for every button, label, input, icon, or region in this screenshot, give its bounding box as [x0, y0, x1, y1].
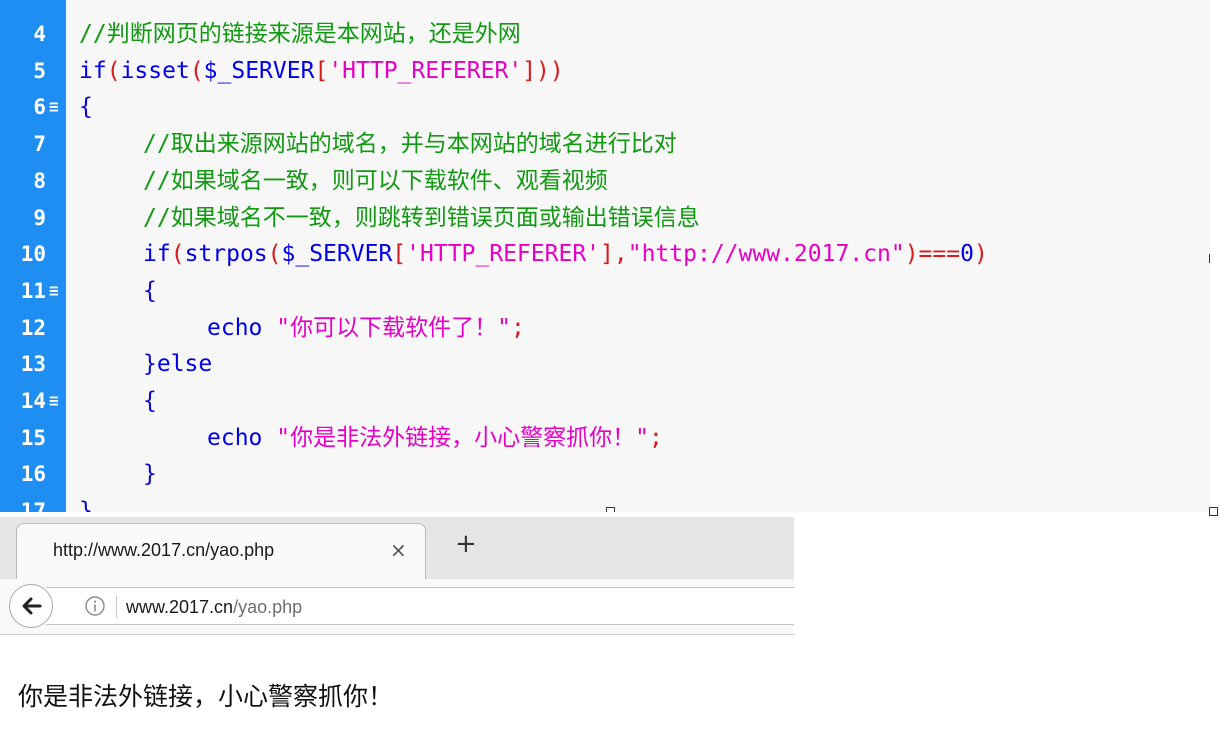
code-token: [: [314, 57, 329, 84]
line-number: 10: [20, 242, 46, 267]
code-token: //如果域名一致，则可以下载软件、观看视频: [143, 167, 608, 194]
code-token: $_SERVER: [203, 57, 315, 84]
url-text[interactable]: www.2017.cn/yao.php: [126, 597, 302, 618]
line-number: 12: [20, 315, 46, 340]
code-token: strpos: [184, 241, 268, 268]
code-text: }: [143, 456, 157, 492]
code-token: (: [170, 241, 185, 268]
code-text: echo "你是非法外链接，小心警察抓你！";: [207, 420, 663, 456]
browser-window: http://www.2017.cn/yao.php × + www.2017.…: [0, 517, 794, 733]
line-number: 13: [20, 352, 46, 377]
page-message: 你是非法外链接，小心警察抓你！: [18, 682, 394, 711]
code-token: (: [267, 241, 282, 268]
code-text: {: [143, 273, 157, 309]
code-token: ;: [648, 424, 663, 451]
resize-handle[interactable]: [606, 507, 615, 512]
code-token: else: [156, 351, 213, 378]
line-number: 17: [20, 499, 46, 512]
code-token: 0: [960, 241, 974, 268]
code-token: ])): [522, 57, 564, 84]
code-text: {: [79, 89, 93, 125]
fold-marker-icon[interactable]: ≡: [49, 383, 61, 419]
fold-marker-icon[interactable]: ≡: [49, 273, 61, 309]
code-token: ;: [510, 314, 525, 341]
code-token: if: [79, 57, 107, 84]
line-number: 9: [33, 205, 46, 230]
code-token: //如果域名不一致，则跳转到错误页面或输出错误信息: [143, 204, 700, 231]
url-domain: www.2017.cn: [126, 597, 234, 617]
fold-marker-icon[interactable]: ≡: [49, 89, 61, 125]
code-token: "你是非法外链接，小心警察抓你！": [276, 424, 649, 451]
back-arrow-icon: [22, 597, 42, 615]
code-token: {: [143, 388, 157, 414]
code-token: {: [143, 277, 157, 304]
code-token: ],: [600, 241, 628, 268]
line-number: 11: [20, 278, 46, 303]
new-tab-button[interactable]: +: [455, 531, 477, 557]
code-text: if(isset($_SERVER['HTTP_REFERER'])): [79, 53, 564, 89]
code-token: (: [189, 57, 204, 84]
code-token: ): [973, 241, 988, 268]
resize-handle[interactable]: [1209, 254, 1210, 263]
code-token: }: [143, 461, 157, 488]
line-number: 6: [33, 95, 46, 120]
line-number: 8: [33, 168, 46, 193]
url-path: /yao.php: [233, 597, 303, 617]
code-token: }: [79, 498, 93, 512]
code-text: if(strpos($_SERVER['HTTP_REFERER'],"http…: [143, 236, 988, 272]
line-number: 7: [33, 132, 46, 157]
resize-handle[interactable]: [1209, 507, 1218, 516]
code-token: isset: [120, 57, 190, 84]
code-text: //判断网页的链接来源是本网站，还是外网: [79, 16, 521, 52]
code-token: "http://www.2017.cn": [627, 241, 905, 268]
code-token: echo: [207, 424, 277, 451]
info-icon[interactable]: [84, 595, 106, 621]
line-number: 5: [33, 58, 46, 83]
code-token: }: [143, 351, 157, 378]
navigation-bar: www.2017.cn/yao.php: [0, 579, 794, 635]
line-number: 14: [20, 389, 46, 413]
code-token: if: [143, 241, 171, 268]
tab-title: http://www.2017.cn/yao.php: [53, 540, 275, 560]
code-token: //判断网页的链接来源是本网站，还是外网: [79, 21, 521, 47]
code-token: $_SERVER: [281, 241, 393, 268]
code-text: {: [143, 383, 157, 419]
code-text: //如果域名一致，则可以下载软件、观看视频: [143, 163, 608, 199]
code-token: (: [106, 57, 121, 84]
line-number: 15: [20, 425, 46, 450]
code-text: }else: [143, 346, 212, 382]
code-token: 'HTTP_REFERER': [328, 57, 523, 84]
code-editor[interactable]: 4//判断网页的链接来源是本网站，还是外网 5 if(isset($_SERVER[…: [0, 0, 1210, 512]
code-token: 'HTTP_REFERER': [406, 241, 601, 268]
back-button[interactable]: [9, 584, 53, 628]
code-token: echo: [207, 314, 277, 341]
line-number: 4: [33, 22, 46, 46]
code-text: }: [79, 493, 93, 512]
code-text: echo "你可以下载软件了！";: [207, 310, 525, 346]
line-number: 16: [20, 462, 46, 487]
code-token: )===: [904, 241, 961, 268]
code-text: //取出来源网站的域名，并与本网站的域名进行比对: [143, 126, 677, 162]
code-token: {: [79, 94, 93, 121]
address-separator: [116, 596, 117, 618]
tab-strip: http://www.2017.cn/yao.php × +: [0, 517, 794, 581]
address-bar[interactable]: www.2017.cn/yao.php: [46, 587, 794, 625]
code-token: //取出来源网站的域名，并与本网站的域名进行比对: [143, 131, 677, 158]
code-token: "你可以下载软件了！": [276, 314, 511, 341]
browser-tab[interactable]: http://www.2017.cn/yao.php ×: [16, 523, 426, 581]
code-text: //如果域名不一致，则跳转到错误页面或输出错误信息: [143, 200, 700, 236]
code-token: [: [392, 241, 407, 268]
close-tab-icon[interactable]: ×: [390, 538, 407, 562]
